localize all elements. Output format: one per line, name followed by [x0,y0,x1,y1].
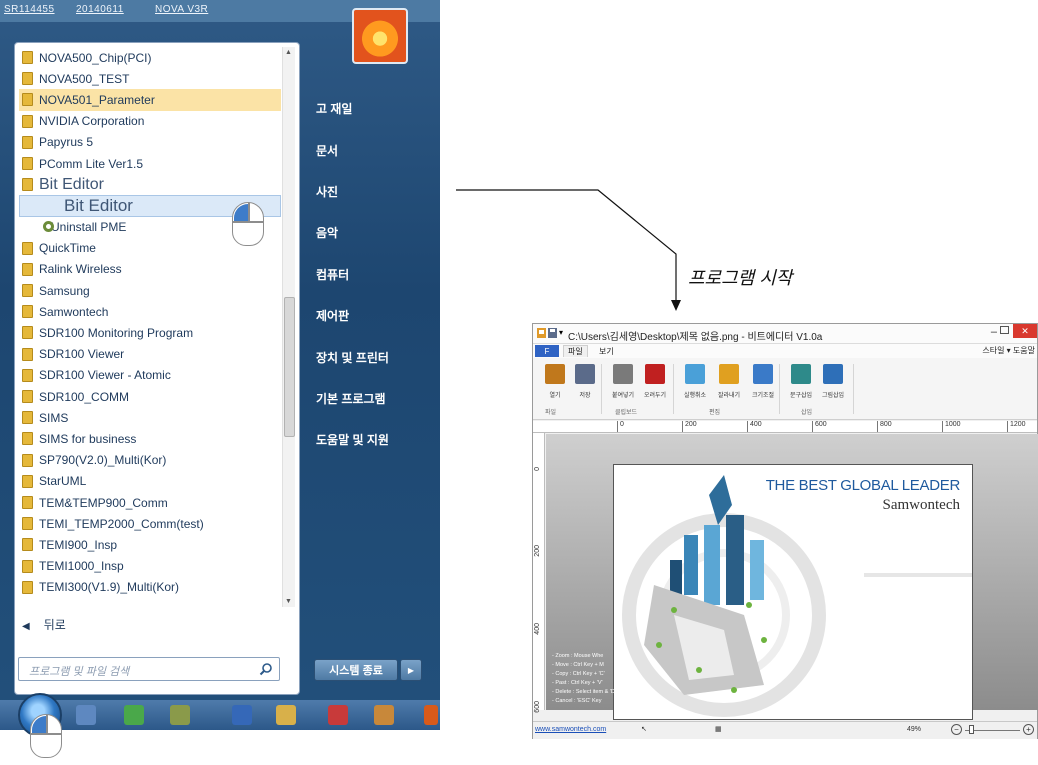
resize-icon [753,364,773,384]
ribbon-tabs: F 파일 보기 스타일 ▾ 도움말 S A [533,344,1037,367]
ribbon: 열기 저장 붙여넣기 오려두기 실행취소 잘라내기 크기조절 문구삽입 그림삽입파일 클립보드 편집… [533,358,1037,420]
ribbon-group-label: 편집 [709,410,721,416]
help-line: - Delete : Select item & 'Del' Key [552,689,632,695]
paste-icon [613,364,633,384]
undo-icon [685,364,705,384]
app-icon [537,328,546,338]
vertical-ruler: 0 200 400 600 [533,433,545,713]
ruler-tick: 600 [812,421,827,432]
ribbon-button-label: 크기조절 [751,393,775,399]
window-title: C:\Users\김세영\Desktop\제목 없음.png - 비트에디터 V… [568,332,823,343]
tab-view[interactable]: 보기 [599,346,614,357]
zoom-level: 49% [907,726,922,733]
ribbon-separator [779,364,780,414]
status-bar: www.samwontech.com ↖ ▦ 49% − + [533,721,1037,739]
ribbon-button[interactable]: 저장 [569,364,601,404]
ribbon-button[interactable]: 크기조절 [747,364,779,404]
ribbon-button[interactable]: 실행취소 [679,364,711,404]
ribbon-button-label: 붙여넣기 [611,393,635,399]
website-link[interactable]: www.samwontech.com [535,726,606,733]
vruler-tick: 400 [534,623,541,635]
ruler-tick: 400 [747,421,762,432]
horizontal-ruler: 0 200 400 600 800 1000 1200 [533,421,1037,433]
help-line: - Copy : Ctrl Key + 'C' [552,671,605,677]
folder-icon [545,364,565,384]
help-line: - Cancel : 'ESC' Key [552,698,602,704]
close-icon[interactable]: ✕ [1013,324,1037,338]
file-menu-button[interactable]: F [535,345,559,357]
ribbon-button-label: 잘라내기 [717,393,741,399]
maximize-icon[interactable] [1000,326,1009,334]
ribbon-button-label: 저장 [579,393,591,399]
image-insert-icon [823,364,843,384]
ribbon-button[interactable]: 문구삽입 [785,364,817,404]
ruler-tick: 1000 [942,421,961,432]
annotation-caption: 프로그램 시작 [688,268,793,288]
ribbon-button[interactable]: 그림삽입 [817,364,849,404]
ribbon-button[interactable]: 붙여넣기 [607,364,639,404]
ribbon-separator [673,364,674,414]
ribbon-separator [601,364,602,414]
tab-file[interactable]: 파일 [563,345,588,357]
ribbon-group-label: 클립보드 [615,410,638,416]
image-headline: THE BEST GLOBAL LEADER [765,477,961,494]
bit-editor-window: ▾ C:\Users\김세영\Desktop\제목 없음.png - 비트에디터… [532,323,1038,739]
text-insert-icon [791,364,811,384]
ribbon-group-label: 삽입 [801,410,813,416]
minimize-icon[interactable]: – [991,326,997,338]
help-line: - Past : Ctrl Key + 'V' [552,680,603,686]
help-line: - Zoom : Mouse Whe [552,653,604,659]
vruler-tick: 0 [534,467,541,471]
ribbon-group-label: 파일 [545,410,557,416]
cursor-position-icon: ↖ [641,726,647,733]
ruler-tick: 1200 [1007,421,1026,432]
ribbon-button-label: 열기 [549,393,561,399]
quick-access-menu-icon[interactable]: ▾ [559,328,563,337]
crop-icon [719,364,739,384]
ribbon-button-label: 문구삽입 [789,393,813,399]
selection-size-icon: ▦ [715,726,722,733]
image-brand: Samwontech [882,497,960,513]
editor-canvas[interactable]: THE BEST GLOBAL LEADER Samwontech - Zoom… [546,434,1038,720]
title-bar: ▾ C:\Users\김세영\Desktop\제목 없음.png - 비트에디터… [533,324,1037,344]
zoom-in-icon[interactable]: + [1023,724,1034,735]
ruler-tick: 0 [617,421,624,432]
ribbon-button[interactable]: 잘라내기 [713,364,745,404]
ruler-tick: 800 [877,421,892,432]
ribbon-separator [853,364,854,414]
ribbon-button-label: 실행취소 [683,393,707,399]
help-line: - Move : Ctrl Key + M [552,662,604,668]
cut-icon [645,364,665,384]
ruler-tick: 200 [682,421,697,432]
ribbon-button-label: 오려두기 [643,393,667,399]
save-icon [575,364,595,384]
zoom-slider-thumb[interactable] [969,725,974,734]
quick-save-icon[interactable] [548,328,557,338]
loaded-image[interactable]: THE BEST GLOBAL LEADER Samwontech [613,464,973,720]
ribbon-button[interactable]: 오려두기 [639,364,671,404]
ribbon-button-label: 그림삽입 [821,393,845,399]
style-help-links[interactable]: 스타일 ▾ 도움말 [982,345,1035,356]
vruler-tick: 200 [534,545,541,557]
shortcut-help: - Zoom : Mouse Whe - Move : Ctrl Key + M -… [552,652,631,706]
zoom-out-icon[interactable]: − [951,724,962,735]
ribbon-button[interactable]: 열기 [539,364,571,404]
vruler-tick: 600 [534,701,541,713]
